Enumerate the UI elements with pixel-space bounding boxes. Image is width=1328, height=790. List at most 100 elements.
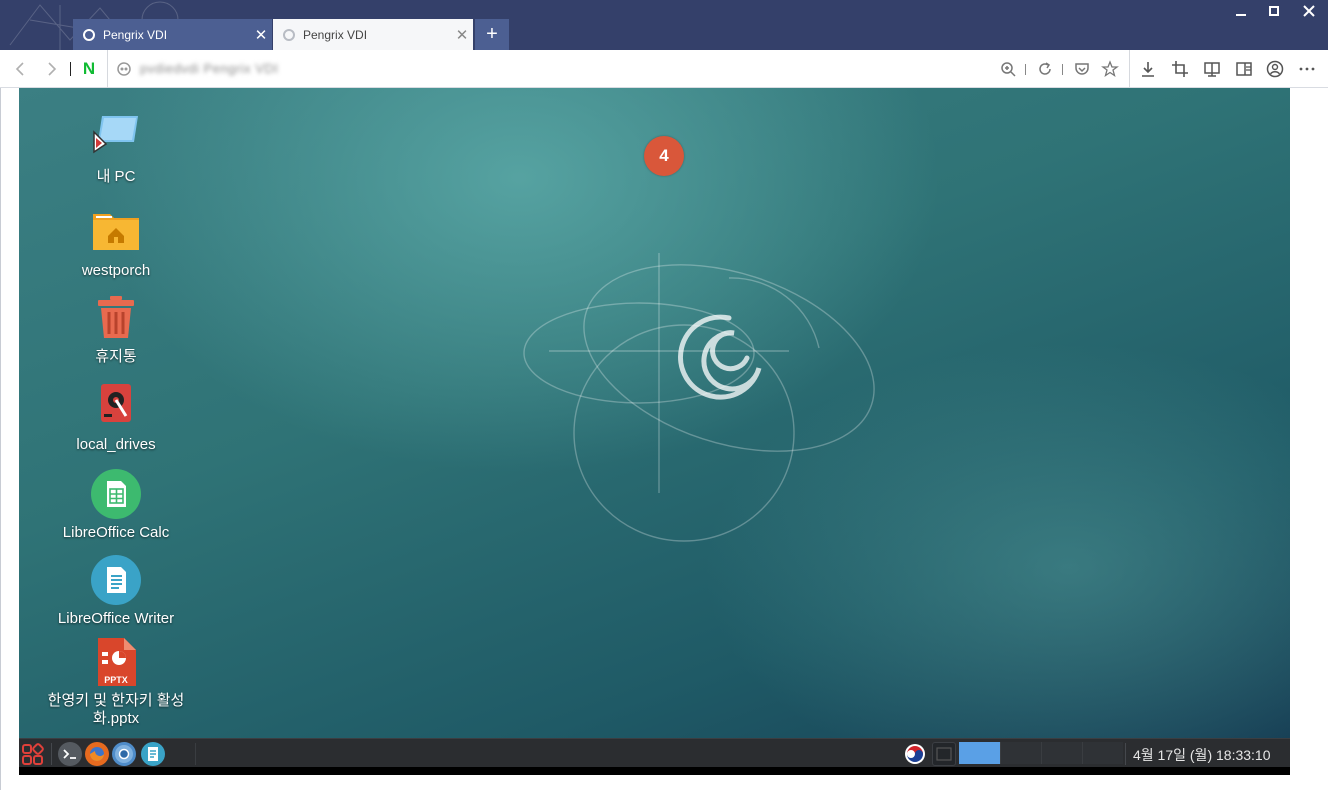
computer-icon	[90, 112, 142, 164]
taskbar: 4월 17일 (월) 18:33:10	[19, 738, 1290, 767]
download-button[interactable]	[1137, 58, 1159, 80]
reload-icon	[1039, 62, 1051, 75]
sidebar-button[interactable]	[1233, 58, 1255, 80]
nav-separator	[1129, 50, 1130, 88]
forward-button[interactable]	[40, 58, 62, 80]
workspace-indicator-active[interactable]	[959, 742, 1000, 764]
taskbar-clock[interactable]: 4월 17일 (월) 18:33:10	[1133, 745, 1271, 765]
notification-badge[interactable]: 4	[644, 136, 684, 176]
more-icon	[1299, 67, 1315, 71]
reader-button[interactable]	[1201, 58, 1223, 80]
tab-pengrix-vdi-active[interactable]: Pengrix VDI ✕	[73, 19, 272, 50]
chromium-launcher[interactable]	[112, 742, 136, 766]
taskbar-separator	[1125, 743, 1126, 765]
back-icon	[15, 62, 24, 76]
tab-favicon-icon	[283, 28, 295, 41]
more-menu-button[interactable]	[1296, 58, 1318, 80]
drive-icon	[90, 380, 142, 432]
desktop-icon-libreoffice-writer[interactable]: LibreOffice Writer	[41, 554, 191, 628]
firefox-icon	[90, 747, 104, 761]
crop-icon	[1172, 61, 1188, 77]
presentation-file-icon: PPTX	[90, 636, 142, 688]
nav-separator	[70, 62, 71, 76]
desktop-icon-pptx-file[interactable]: PPTX 한영키 및 한자키 활성화.pptx	[41, 636, 191, 728]
desktop-icon-label: LibreOffice Calc	[62, 524, 170, 541]
capture-button[interactable]	[1169, 58, 1191, 80]
tab-label: Pengrix VDI	[103, 27, 168, 42]
maximize-icon	[1269, 6, 1279, 16]
forward-icon	[48, 62, 57, 76]
minimize-button[interactable]	[1226, 4, 1256, 24]
tab-close-icon[interactable]: ✕	[250, 26, 272, 44]
workspace-indicator[interactable]	[1082, 742, 1123, 764]
firefox-launcher[interactable]	[85, 742, 109, 766]
home-folder-icon	[90, 206, 142, 258]
new-tab-button[interactable]: +	[475, 19, 509, 50]
browser-titlebar: Pengrix VDI ✕ Pengrix VDI ✕ +	[0, 0, 1328, 50]
nav-separator	[1062, 64, 1063, 75]
close-icon	[1303, 5, 1315, 17]
back-button[interactable]	[10, 58, 32, 80]
vdi-desktop[interactable]: 4 내 PC westporch 휴지통 local_drives LibreO…	[19, 88, 1290, 738]
bookmark-button[interactable]	[1099, 58, 1121, 80]
close-window-button[interactable]	[1294, 4, 1324, 24]
chromium-icon	[115, 745, 133, 763]
file-type-badge: PPTX	[104, 675, 128, 685]
terminal-icon	[63, 749, 76, 759]
desktop-icon-local-drives[interactable]: local_drives	[41, 380, 191, 454]
window-list-icon	[936, 747, 952, 761]
desktop-icon-label: local_drives	[76, 436, 156, 453]
tray-window-button[interactable]	[932, 742, 956, 766]
desktop-icon-trash[interactable]: 휴지통	[41, 292, 191, 366]
trash-icon	[90, 292, 142, 344]
remote-screen-bottom-edge	[19, 767, 1290, 775]
writer-icon	[148, 747, 158, 761]
page-margin-right	[1290, 88, 1328, 790]
desktop-icon-label: 한영키 및 한자키 활성화.pptx	[47, 692, 185, 727]
start-menu-button[interactable]	[21, 742, 45, 766]
workspace-indicator[interactable]	[1041, 742, 1082, 764]
desktop-icon-my-pc[interactable]: 내 PC	[41, 112, 191, 186]
input-method-tray[interactable]	[903, 742, 927, 766]
debian-swirl-wallpaper	[523, 253, 875, 542]
desktop-icon-label: LibreOffice Writer	[57, 610, 175, 627]
reload-button[interactable]	[1034, 58, 1056, 80]
tab-pengrix-vdi[interactable]: Pengrix VDI ✕	[273, 19, 473, 50]
site-info-icon	[117, 62, 131, 76]
korean-input-icon	[905, 744, 925, 764]
desktop-icon-libreoffice-calc[interactable]: LibreOffice Calc	[41, 468, 191, 542]
site-info-button[interactable]	[113, 58, 135, 80]
spreadsheet-icon	[90, 468, 142, 520]
star-icon	[1101, 60, 1119, 78]
desktop-icon-home-folder[interactable]: westporch	[41, 206, 191, 280]
tab-close-icon[interactable]: ✕	[451, 26, 473, 44]
zoom-button[interactable]	[997, 58, 1019, 80]
tab-label: Pengrix VDI	[303, 27, 368, 42]
desktop-icon-label: westporch	[81, 262, 151, 279]
taskbar-separator	[51, 743, 52, 765]
desktop-icon-label: 내 PC	[96, 168, 136, 185]
maximize-button[interactable]	[1259, 4, 1289, 24]
nav-separator	[1025, 64, 1026, 75]
zoom-icon	[1001, 62, 1016, 77]
terminal-launcher[interactable]	[58, 742, 82, 766]
nav-separator	[107, 50, 108, 88]
writer-launcher[interactable]	[141, 742, 165, 766]
workspace-indicator[interactable]	[1000, 742, 1041, 764]
browser-navbar: N pvdiedvdi Pengrix VDI	[0, 50, 1328, 88]
document-icon	[90, 554, 142, 606]
naver-logo-icon[interactable]: N	[80, 60, 98, 78]
sidebar-icon	[1236, 62, 1252, 76]
tab-favicon-icon	[83, 28, 95, 41]
account-icon	[1266, 60, 1284, 78]
app-menu-icon	[22, 743, 44, 765]
address-bar-url[interactable]: pvdiedvdi Pengrix VDI	[140, 61, 278, 76]
taskbar-separator	[195, 743, 196, 765]
download-icon	[1142, 62, 1154, 77]
pocket-button[interactable]	[1071, 58, 1093, 80]
page-margin-left	[0, 88, 19, 790]
reader-icon	[1204, 62, 1220, 77]
pocket-icon	[1075, 63, 1089, 75]
desktop-icon-label: 휴지통	[95, 348, 137, 365]
account-button[interactable]	[1264, 58, 1286, 80]
